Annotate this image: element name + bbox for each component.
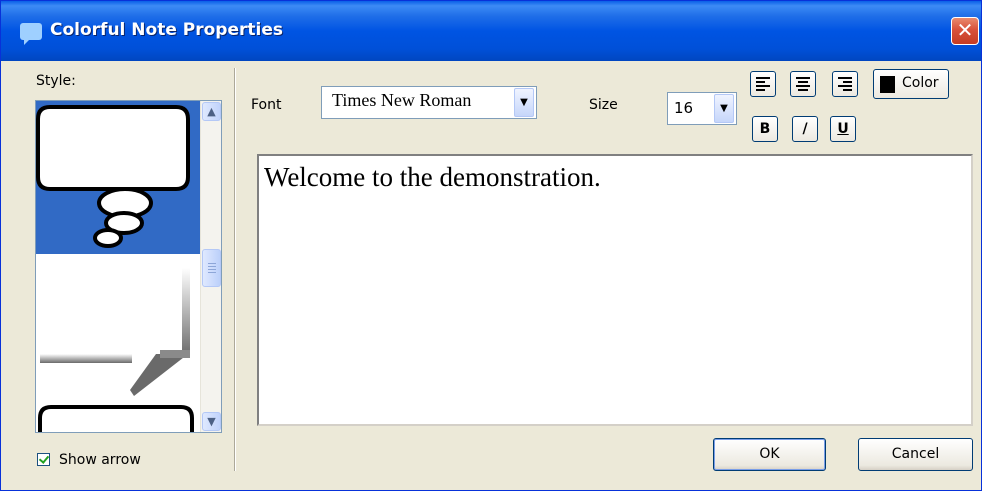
scroll-down-button[interactable]: ▼ <box>202 412 221 431</box>
size-select-value: 16 <box>674 99 694 117</box>
scroll-thumb[interactable] <box>202 249 221 287</box>
properties-dialog: Colorful Note Properties ✕ Style: ▲ ▼ Sh… <box>0 0 982 491</box>
style-item-speech-callout[interactable] <box>36 254 200 404</box>
title-bar[interactable]: Colorful Note Properties ✕ <box>1 1 981 61</box>
grip-line <box>208 263 216 264</box>
note-balloon-icon <box>20 23 42 45</box>
font-label: Font <box>251 97 282 113</box>
color-swatch <box>880 76 895 93</box>
size-label: Size <box>589 97 618 113</box>
grip-line <box>208 272 216 273</box>
note-text-area[interactable]: Welcome to the demonstration. <box>257 154 973 426</box>
align-center-button[interactable] <box>790 71 816 97</box>
grip-line <box>208 266 216 267</box>
underline-button[interactable]: U <box>830 116 856 142</box>
grip-line <box>208 269 216 270</box>
align-left-button[interactable] <box>750 71 776 97</box>
style-list[interactable]: ▲ ▼ <box>35 100 222 433</box>
window-title: Colorful Note Properties <box>50 20 283 40</box>
scroll-up-button[interactable]: ▲ <box>202 102 221 121</box>
size-select[interactable]: 16 ▼ <box>667 92 737 125</box>
align-center-icon <box>796 77 810 91</box>
note-text: Welcome to the demonstration. <box>264 162 601 192</box>
color-button-label: Color <box>902 75 939 91</box>
show-arrow-checkbox[interactable] <box>37 453 50 466</box>
show-arrow-label: Show arrow <box>59 452 141 468</box>
font-select[interactable]: Times New Roman ▼ <box>321 86 537 119</box>
thought-bubble-icon <box>36 105 190 248</box>
style-list-scrollbar[interactable]: ▲ ▼ <box>200 101 221 432</box>
italic-button[interactable]: / <box>792 116 818 142</box>
style-item-thought-bubble[interactable] <box>36 101 200 254</box>
style-item-rounded-box[interactable] <box>36 404 200 432</box>
panel-divider <box>234 68 235 471</box>
bold-button[interactable]: B <box>752 116 778 142</box>
align-right-button[interactable] <box>832 71 858 97</box>
color-button[interactable]: Color <box>873 69 949 99</box>
align-left-icon <box>756 77 770 91</box>
align-right-icon <box>838 77 852 91</box>
font-select-value: Times New Roman <box>332 90 472 110</box>
speech-callout-icon <box>40 268 190 396</box>
ok-button[interactable]: OK <box>713 438 826 471</box>
close-button[interactable]: ✕ <box>951 17 979 45</box>
style-label: Style: <box>36 73 76 89</box>
cancel-button[interactable]: Cancel <box>858 438 973 471</box>
rounded-box-icon <box>38 405 194 432</box>
font-dropdown-arrow-icon[interactable]: ▼ <box>514 88 534 117</box>
size-dropdown-arrow-icon[interactable]: ▼ <box>714 94 734 123</box>
